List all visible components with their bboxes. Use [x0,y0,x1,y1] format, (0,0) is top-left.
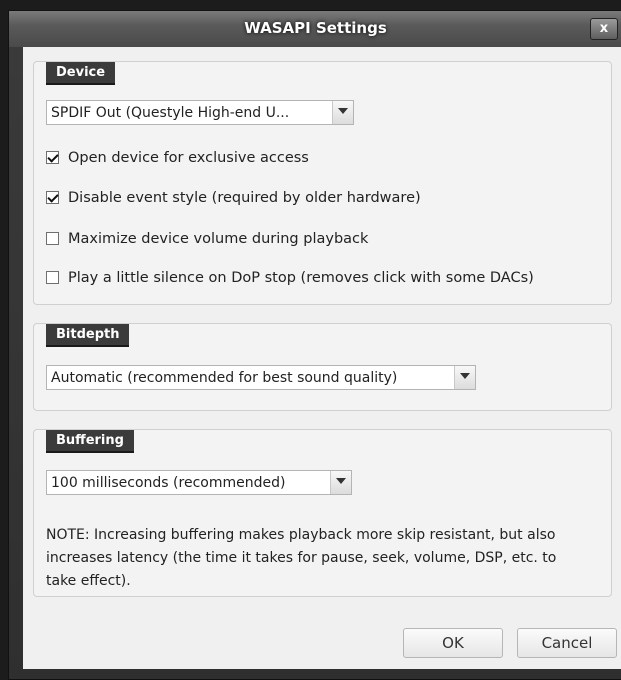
title-bar[interactable]: WASAPI Settings x [9,11,621,47]
device-select[interactable]: SPDIF Out (Questyle High-end U... [46,100,354,125]
buffering-group-label: Buffering [46,430,134,453]
ok-button[interactable]: OK [403,628,503,658]
bitdepth-group-label: Bitdepth [46,324,130,347]
bitdepth-select[interactable]: Automatic (recommended for best sound qu… [46,365,476,390]
window-title: WASAPI Settings [244,19,387,37]
maximize-volume-label: Maximize device volume during playback [68,231,369,247]
cancel-button[interactable]: Cancel [517,628,617,658]
chevron-down-icon[interactable] [330,471,351,494]
exclusive-access-label: Open device for exclusive access [68,150,309,166]
disable-event-style-checkbox[interactable] [46,191,59,204]
buffering-group: Buffering 100 milliseconds (recommended)… [33,429,612,597]
buffering-select[interactable]: 100 milliseconds (recommended) [46,470,352,495]
device-group: Device SPDIF Out (Questyle High-end U...… [33,61,612,305]
maximize-volume-checkbox[interactable] [46,232,59,245]
bitdepth-group: Bitdepth Automatic (recommended for best… [33,323,612,411]
device-select-value: SPDIF Out (Questyle High-end U... [51,105,290,121]
device-group-label: Device [46,62,116,85]
chevron-down-icon[interactable] [332,101,353,124]
dop-silence-label: Play a little silence on DoP stop (remov… [68,270,534,286]
dialog-body: Device SPDIF Out (Questyle High-end U...… [23,47,621,669]
close-button[interactable]: x [590,18,618,40]
buffering-select-value: 100 milliseconds (recommended) [51,475,286,491]
buffering-note: NOTE: Increasing buffering makes playbac… [46,527,557,589]
exclusive-access-checkbox[interactable] [46,151,59,164]
bitdepth-select-value: Automatic (recommended for best sound qu… [51,370,398,386]
wasapi-settings-window: WASAPI Settings x Device SPDIF Out (Ques… [8,10,621,680]
dop-silence-checkbox[interactable] [46,271,59,284]
chevron-down-icon[interactable] [454,366,475,389]
disable-event-style-label: Disable event style (required by older h… [68,190,421,206]
